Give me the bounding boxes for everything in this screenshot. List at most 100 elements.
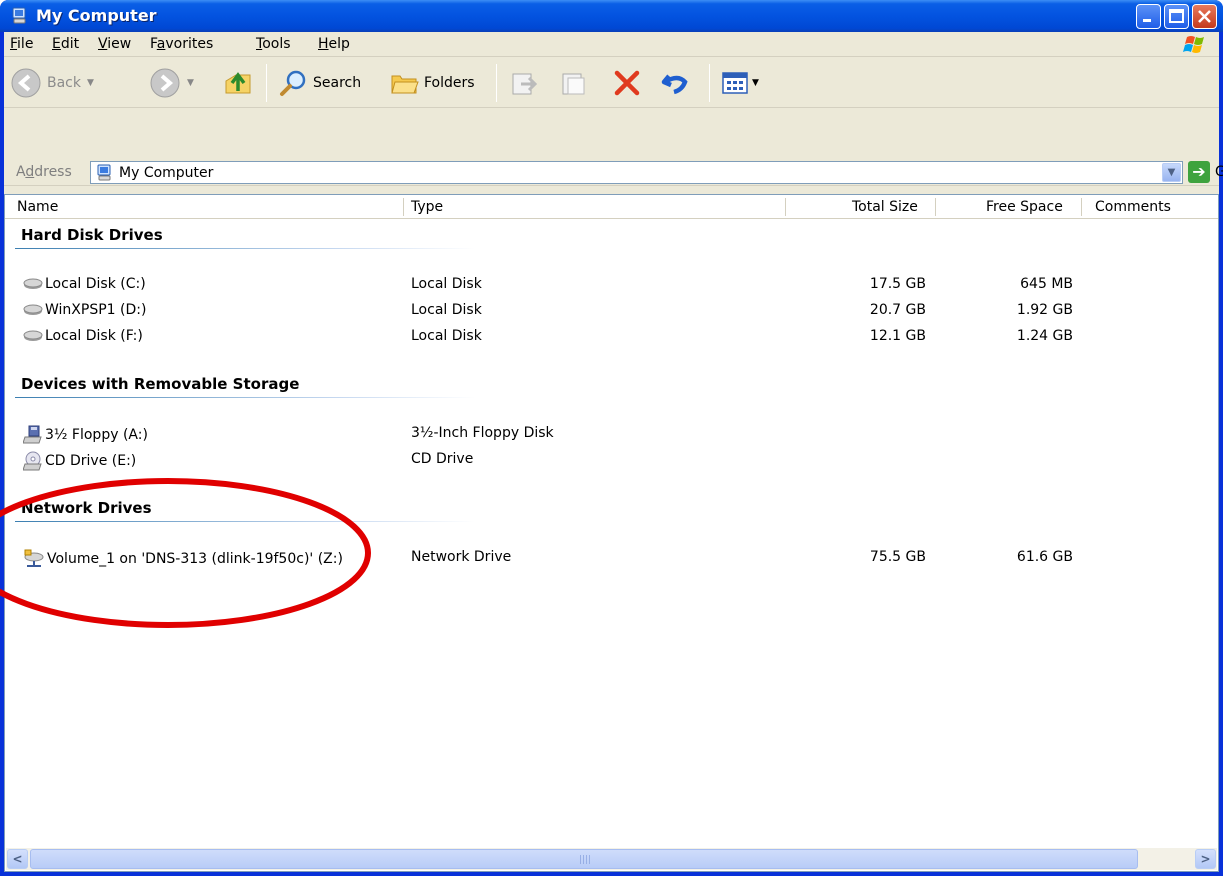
item-type: CD Drive xyxy=(411,451,474,467)
chevron-right-icon: > xyxy=(1200,852,1211,866)
column-divider[interactable] xyxy=(785,198,786,216)
up-folder-button[interactable] xyxy=(222,66,254,100)
item-free-space: 645 MB xyxy=(1020,276,1073,292)
menu-tools-label: ools xyxy=(262,36,291,52)
item-name-cell: Local Disk (C:) xyxy=(23,276,146,292)
annotation-circle xyxy=(0,478,371,628)
item-name-cell: 3½ Floppy (A:) xyxy=(23,425,148,445)
horizontal-scrollbar[interactable]: < |||| > xyxy=(6,848,1217,870)
copy-to-icon xyxy=(562,73,585,95)
item-name: CD Drive (E:) xyxy=(45,453,137,469)
folders-button[interactable]: Folders xyxy=(389,66,475,100)
address-bar: Address My Computer ▼ ➔ Go xyxy=(4,159,1223,186)
column-header-name[interactable]: Name xyxy=(17,199,58,215)
item-total-size: 17.5 GB xyxy=(869,276,926,292)
item-type: Network Drive xyxy=(411,549,512,565)
window-title: My Computer xyxy=(36,6,157,25)
forward-button[interactable]: ▼ xyxy=(149,66,194,100)
scroll-left-button[interactable]: < xyxy=(7,849,28,869)
search-button[interactable]: Search xyxy=(278,66,361,100)
address-label-pre: A xyxy=(16,164,26,180)
menu-tools[interactable]: Tools xyxy=(256,36,291,52)
explorer-window: My Computer File Edit View Favorites Too… xyxy=(0,0,1223,876)
item-name: Local Disk (F:) xyxy=(45,328,143,344)
hard-disk-icon xyxy=(23,330,43,341)
menu-favorites[interactable]: Favorites xyxy=(150,36,213,52)
window-body: File Edit View Favorites Tools Help Back xyxy=(4,32,1223,872)
column-divider[interactable] xyxy=(935,198,936,216)
go-arrow-icon: ➔ xyxy=(1188,161,1210,183)
column-divider[interactable] xyxy=(1081,198,1082,216)
hard-disk-icon xyxy=(23,304,43,315)
close-button[interactable] xyxy=(1192,4,1217,29)
column-header-comments[interactable]: Comments xyxy=(1095,199,1171,215)
delete-button[interactable] xyxy=(612,66,642,100)
item-total-size: 12.1 GB xyxy=(869,328,926,344)
column-header-free-space[interactable]: Free Space xyxy=(986,199,1063,215)
go-button[interactable]: ➔ Go xyxy=(1188,161,1223,183)
forward-dropdown-icon[interactable]: ▼ xyxy=(187,78,194,88)
list-item[interactable]: 3½ Floppy (A:) 3½-Inch Floppy Disk xyxy=(5,423,1218,445)
title-bar[interactable]: My Computer xyxy=(0,0,1223,32)
my-computer-icon xyxy=(12,7,26,24)
list-item[interactable]: Local Disk (F:) Local Disk 12.1 GB 1.24 … xyxy=(5,326,1218,348)
menu-help[interactable]: Help xyxy=(318,36,350,52)
back-button[interactable]: Back ▼ xyxy=(10,66,94,100)
delete-icon xyxy=(614,70,640,96)
address-dropdown-button[interactable]: ▼ xyxy=(1162,163,1181,182)
windows-logo-icon xyxy=(1183,36,1204,53)
menu-bar: File Edit View Favorites Tools Help xyxy=(4,32,1219,57)
item-name-cell: Local Disk (F:) xyxy=(23,328,143,344)
back-dropdown-icon[interactable]: ▼ xyxy=(87,78,94,88)
toolbar-separator xyxy=(266,64,267,102)
copy-to-button[interactable] xyxy=(559,66,589,100)
item-name: WinXPSP1 (D:) xyxy=(45,302,147,318)
item-name: Local Disk (C:) xyxy=(45,276,146,292)
list-item[interactable]: CD Drive (E:) CD Drive xyxy=(5,449,1218,471)
list-item[interactable]: WinXPSP1 (D:) Local Disk 20.7 GB 1.92 GB xyxy=(5,300,1218,322)
item-name-cell: WinXPSP1 (D:) xyxy=(23,302,146,318)
folders-label: Folders xyxy=(424,75,475,91)
move-to-button[interactable] xyxy=(509,66,539,100)
back-arrow-icon xyxy=(11,68,41,98)
group-divider xyxy=(15,397,475,398)
item-free-space: 1.24 GB xyxy=(1016,328,1073,344)
views-button[interactable]: ▼ xyxy=(720,66,759,100)
minimize-icon xyxy=(1143,19,1151,22)
folders-icon xyxy=(391,75,419,94)
menu-edit-accel: E xyxy=(52,36,61,52)
menu-view-accel: V xyxy=(98,36,108,52)
list-item[interactable]: Local Disk (C:) Local Disk 17.5 GB 645 M… xyxy=(5,274,1218,296)
menu-edit[interactable]: Edit xyxy=(52,36,79,52)
item-free-space: 1.92 GB xyxy=(1016,302,1073,318)
views-dropdown-icon[interactable]: ▼ xyxy=(752,78,759,88)
back-label: Back xyxy=(47,75,81,91)
item-type: Local Disk xyxy=(411,276,482,292)
column-header-total-size[interactable]: Total Size xyxy=(852,199,918,215)
column-divider[interactable] xyxy=(403,198,404,216)
item-type: Local Disk xyxy=(411,328,482,344)
address-input[interactable]: My Computer ▼ xyxy=(90,161,1183,184)
maximize-icon xyxy=(1169,9,1184,23)
item-type: 3½-Inch Floppy Disk xyxy=(411,425,554,441)
item-type: Local Disk xyxy=(411,302,482,318)
toolbar-separator xyxy=(709,64,710,102)
scrollbar-grip-icon: |||| xyxy=(579,855,592,865)
scroll-right-button[interactable]: > xyxy=(1195,849,1216,869)
column-header-type[interactable]: Type xyxy=(411,199,443,215)
item-total-size: 75.5 GB xyxy=(869,549,926,565)
maximize-button[interactable] xyxy=(1164,4,1189,29)
undo-button[interactable] xyxy=(660,66,690,100)
scrollbar-thumb[interactable]: |||| xyxy=(30,849,1138,869)
menu-file[interactable]: File xyxy=(10,36,33,52)
menu-view[interactable]: View xyxy=(98,36,131,52)
up-folder-icon xyxy=(225,72,251,94)
menu-file-label: ile xyxy=(17,36,34,52)
address-label-rest: dress xyxy=(34,164,72,180)
chevron-down-icon: ▼ xyxy=(1167,167,1176,178)
menu-favorites-pre: F xyxy=(150,36,157,52)
close-icon xyxy=(1198,10,1211,23)
undo-icon xyxy=(661,74,688,95)
menu-edit-label: dit xyxy=(60,36,80,52)
minimize-button[interactable] xyxy=(1136,4,1161,29)
